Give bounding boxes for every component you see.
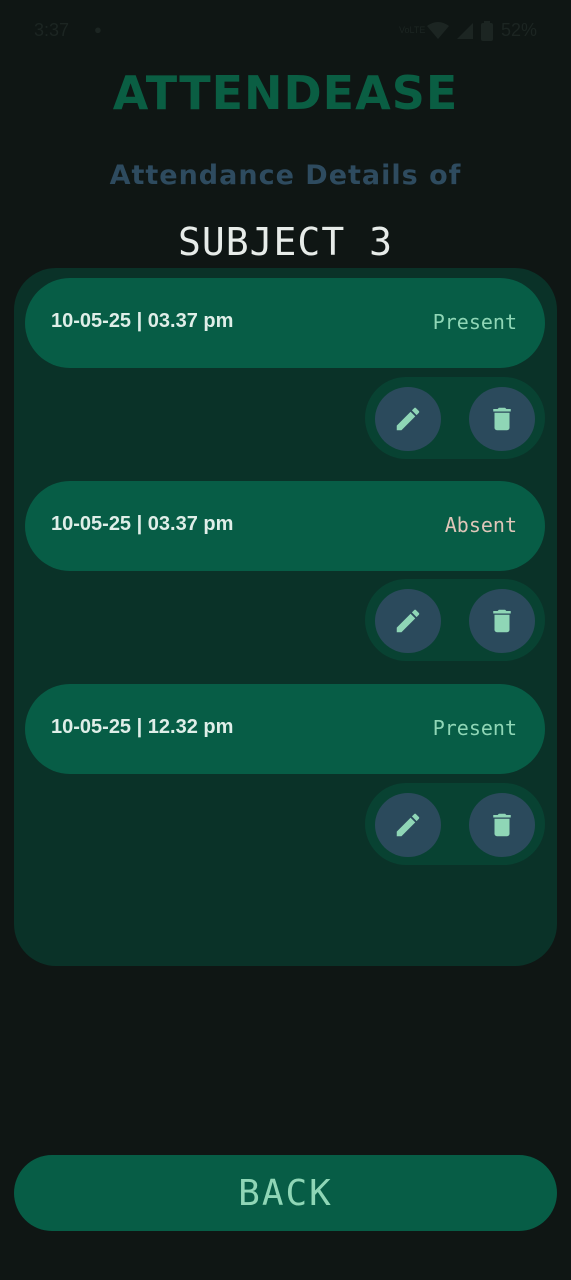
attendance-record[interactable]: 10-05-25 | 03.37 pm Absent	[25, 481, 545, 571]
edit-button[interactable]	[375, 589, 441, 653]
signal-icon	[456, 22, 473, 39]
delete-button[interactable]	[469, 793, 535, 857]
battery-percent: 52%	[500, 20, 537, 40]
status-right-group: VoLTE 52%	[399, 20, 537, 41]
record-actions	[365, 377, 545, 459]
pencil-icon	[396, 813, 420, 837]
delete-button[interactable]	[469, 387, 535, 451]
record-status: Present	[432, 310, 517, 334]
record-datetime: 10-05-25 | 12.32 pm	[51, 716, 234, 738]
pencil-icon	[396, 407, 420, 431]
back-button[interactable]: BACK	[14, 1155, 557, 1231]
trash-icon	[493, 609, 511, 633]
delete-button[interactable]	[469, 589, 535, 653]
attendance-list[interactable]: 10-05-25 | 03.37 pm Present 10-05-25 | 0…	[14, 268, 557, 966]
page-subtitle: Attendance Details of	[109, 160, 462, 191]
battery-icon	[480, 20, 493, 41]
attendance-record[interactable]: 10-05-25 | 03.37 pm Present	[25, 278, 545, 368]
record-actions	[365, 783, 545, 865]
trash-icon	[493, 813, 511, 837]
record-datetime: 10-05-25 | 03.37 pm	[51, 310, 234, 332]
pencil-icon	[396, 609, 420, 633]
app-title: ATTENDEASE	[112, 66, 459, 120]
record-status: Absent	[444, 513, 517, 537]
subject-name: SUBJECT 3	[178, 220, 393, 264]
edit-button[interactable]	[375, 793, 441, 857]
status-bar: 3:37 ● VoLTE 52%	[0, 18, 571, 46]
record-status: Present	[432, 716, 517, 740]
record-actions	[365, 579, 545, 661]
trash-icon	[493, 407, 511, 431]
wifi-icon	[426, 21, 449, 40]
attendance-record[interactable]: 10-05-25 | 12.32 pm Present	[25, 684, 545, 774]
attendance-details-screen: 3:37 ● VoLTE 52% ATTENDEASE Attendance D…	[0, 0, 571, 1280]
status-time: 3:37	[34, 20, 70, 40]
edit-button[interactable]	[375, 387, 441, 451]
network-label: VoLTE	[398, 25, 426, 35]
record-datetime: 10-05-25 | 03.37 pm	[51, 513, 234, 535]
notification-icon: ●	[94, 22, 102, 37]
